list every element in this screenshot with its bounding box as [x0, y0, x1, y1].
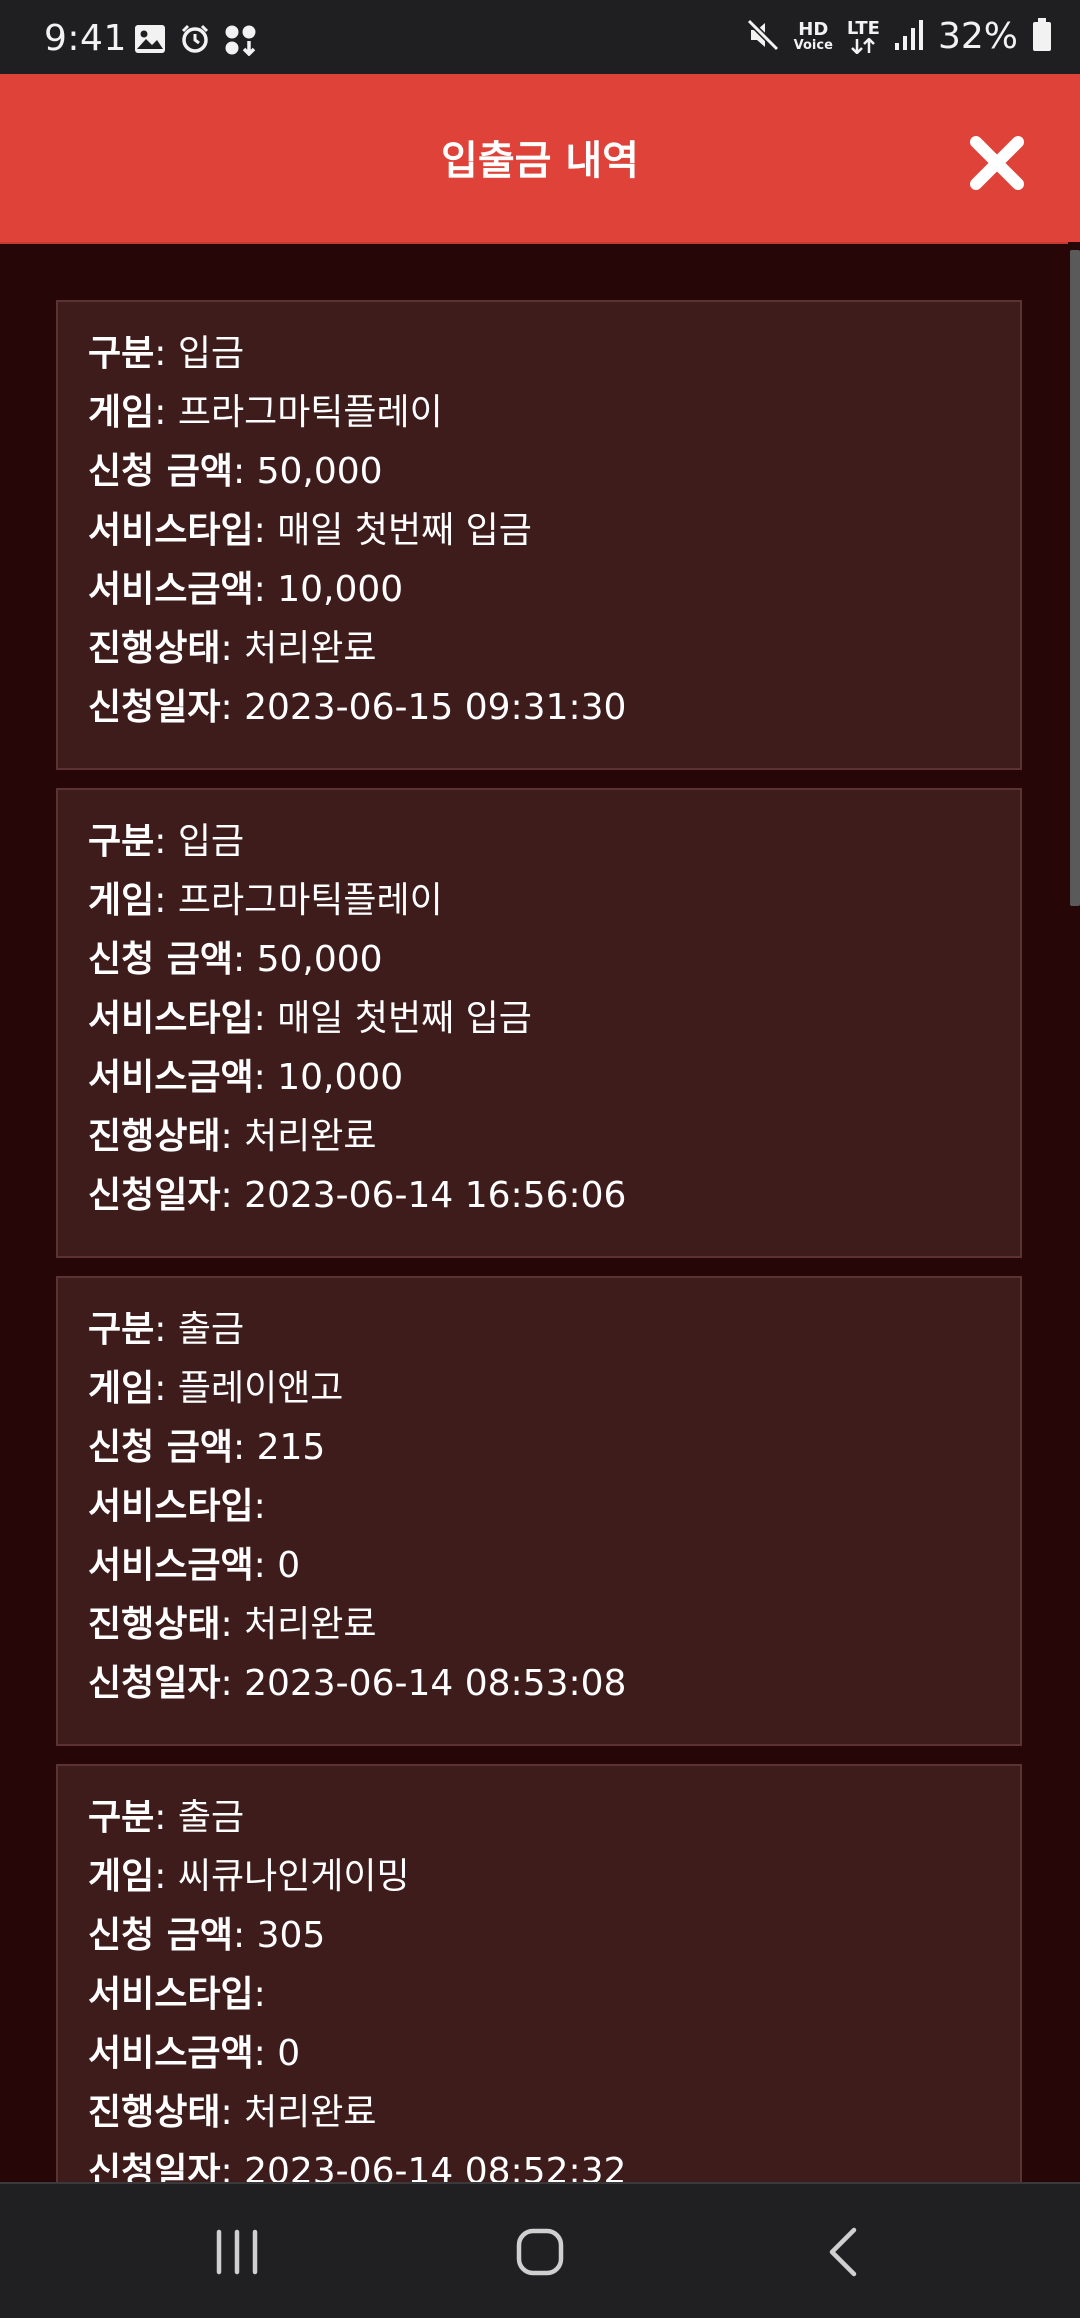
- row-amount: 신청 금액: 50,000: [88, 939, 383, 980]
- scrollbar-thumb[interactable]: [1070, 250, 1080, 906]
- row-status: 진행상태: 처리완료: [88, 628, 377, 669]
- row-service-amount: 서비스금액: 0: [88, 1545, 301, 1586]
- row-type: 구분: 출금: [88, 1309, 245, 1350]
- recents-icon: [216, 2229, 258, 2275]
- row-date: 신청일자: 2023-06-14 08:53:08: [88, 1663, 627, 1704]
- app-update-icon: [224, 24, 258, 60]
- row-service-type: 서비스타입:: [88, 1486, 266, 1527]
- close-button[interactable]: [966, 132, 1028, 194]
- row-service-type: 서비스타입: 매일 첫번째 입금: [88, 510, 532, 551]
- row-service-amount: 서비스금액: 0: [88, 2033, 301, 2074]
- row-amount: 신청 금액: 215: [88, 1427, 326, 1468]
- recents-button[interactable]: [197, 2220, 277, 2284]
- transaction-card: 구분: 입금 게임: 프라그마틱플레이 신청 금액: 50,000 서비스타입:…: [56, 788, 1022, 1258]
- close-icon: [970, 136, 1024, 190]
- mute-icon: [746, 18, 780, 56]
- signal-icon: [894, 19, 924, 55]
- row-game: 게임: 프라그마틱플레이: [88, 392, 443, 433]
- home-button[interactable]: [500, 2220, 580, 2284]
- row-service-amount: 서비스금액: 10,000: [88, 1057, 404, 1098]
- back-icon: [829, 2227, 857, 2277]
- row-date: 신청일자: 2023-06-14 16:56:06: [88, 1175, 627, 1216]
- lte-icon: LTE: [847, 19, 880, 54]
- row-date: 신청일자: 2023-06-14 08:52:32: [88, 2151, 627, 2182]
- battery-percent: 32%: [937, 16, 1018, 57]
- status-bar: 9:41 HD Voice LTE 32%: [0, 0, 1080, 74]
- row-type: 구분: 출금: [88, 1797, 245, 1838]
- row-game: 게임: 프라그마틱플레이: [88, 880, 443, 921]
- transaction-card: 구분: 출금 게임: 씨큐나인게이밍 신청 금액: 305 서비스타입: 서비스…: [56, 1764, 1022, 2182]
- battery-icon: [1032, 17, 1052, 56]
- gallery-icon: [134, 24, 166, 60]
- navigation-bar: [0, 2182, 1080, 2318]
- row-game: 게임: 플레이앤고: [88, 1368, 344, 1409]
- back-button[interactable]: [802, 2220, 882, 2284]
- app-header: 입출금 내역: [0, 74, 1080, 244]
- row-date: 신청일자: 2023-06-15 09:31:30: [88, 687, 627, 728]
- row-status: 진행상태: 처리완료: [88, 1116, 377, 1157]
- row-amount: 신청 금액: 305: [88, 1915, 326, 1956]
- transaction-card: 구분: 입금 게임: 프라그마틱플레이 신청 금액: 50,000 서비스타입:…: [56, 300, 1022, 770]
- status-time: 9:41: [44, 18, 127, 59]
- hd-voice-icon: HD Voice: [793, 19, 833, 53]
- row-type: 구분: 입금: [88, 821, 245, 862]
- row-service-amount: 서비스금액: 10,000: [88, 569, 404, 610]
- home-icon: [516, 2228, 564, 2276]
- row-game: 게임: 씨큐나인게이밍: [88, 1856, 410, 1897]
- row-service-type: 서비스타입:: [88, 1974, 266, 2015]
- page-title: 입출금 내역: [441, 138, 639, 184]
- row-status: 진행상태: 처리완료: [88, 1604, 377, 1645]
- row-type: 구분: 입금: [88, 333, 245, 374]
- row-status: 진행상태: 처리완료: [88, 2092, 377, 2133]
- transaction-list[interactable]: 구분: 입금 게임: 프라그마틱플레이 신청 금액: 50,000 서비스타입:…: [0, 242, 1068, 2182]
- row-service-type: 서비스타입: 매일 첫번째 입금: [88, 998, 532, 1039]
- transaction-card: 구분: 출금 게임: 플레이앤고 신청 금액: 215 서비스타입: 서비스금액…: [56, 1276, 1022, 1746]
- alarm-icon: [180, 24, 210, 60]
- row-amount: 신청 금액: 50,000: [88, 451, 383, 492]
